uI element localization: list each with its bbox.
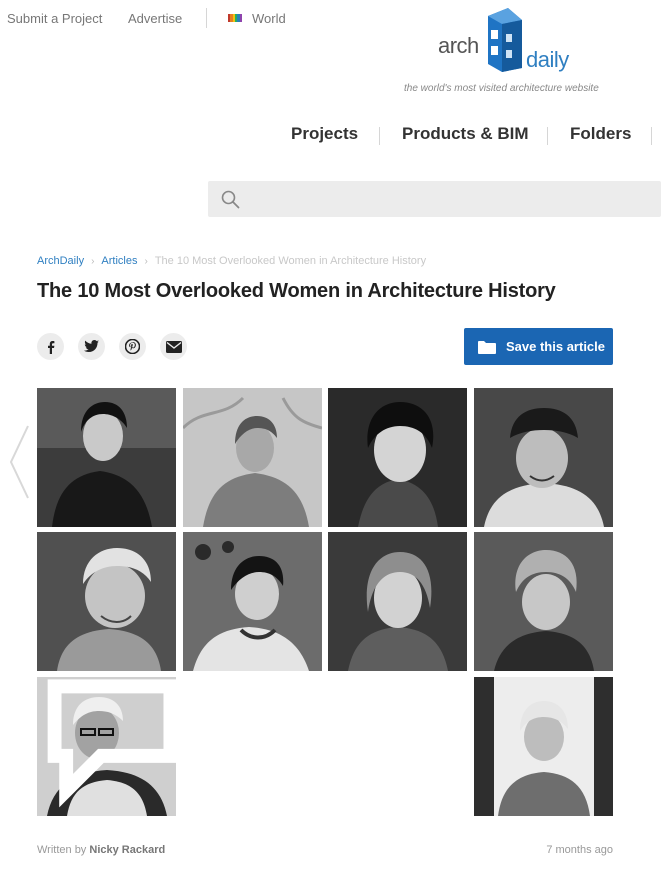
gallery-photo[interactable] [474,532,613,671]
written-by-label: Written by [37,844,87,856]
world-flag-icon[interactable] [228,14,242,22]
portrait-photo [183,532,322,671]
page-title: The 10 Most Overlooked Women in Architec… [37,280,556,302]
gallery-photo[interactable] [183,532,322,671]
nav-item-products-bim[interactable]: Products & BIM [402,124,529,144]
portrait-photo [37,532,176,671]
folder-icon [478,340,496,354]
portrait-photo [183,388,322,527]
gallery-photo[interactable] [37,532,176,671]
facebook-share-button[interactable] [37,333,64,360]
gallery-photo[interactable] [474,677,613,816]
breadcrumb-archdaily[interactable]: ArchDaily [37,255,84,267]
archdaily-logo[interactable]: arch daily [436,6,576,76]
gallery-photo[interactable] [183,388,322,527]
gallery-photo[interactable] [37,388,176,527]
gallery-photo[interactable] [328,532,467,671]
comment-icon[interactable] [43,677,176,808]
gallery-photo[interactable] [328,388,467,527]
email-icon [165,340,182,353]
publish-time: 7 months ago [546,844,613,856]
save-article-label: Save this article [506,339,605,354]
gallery-photo[interactable] [37,677,176,816]
nav-divider [547,127,548,145]
pinterest-share-button[interactable] [119,333,146,360]
email-share-button[interactable] [160,333,187,360]
breadcrumb-current: The 10 Most Overlooked Women in Architec… [154,255,427,267]
logo-word-arch: arch [438,33,479,58]
portrait-photo [474,532,613,671]
portrait-photo [474,388,613,527]
portrait-photo [474,677,613,816]
topbar-divider [206,8,207,28]
site-tagline: the world's most visited architecture we… [404,83,599,94]
nav-item-projects[interactable]: Projects [291,124,358,144]
submit-project-link[interactable]: Submit a Project [7,11,102,26]
pinterest-icon [125,339,140,354]
portrait-photo [328,388,467,527]
facebook-icon [47,340,54,354]
logo-word-daily: daily [526,47,569,72]
search-icon[interactable] [221,190,240,209]
byline: Written by Nicky Rackard [37,844,165,856]
breadcrumb: ArchDaily › Articles › The 10 Most Overl… [37,255,426,267]
chevron-left-icon[interactable] [8,424,30,500]
gallery-photo[interactable] [474,388,613,527]
logo-building-icon [488,8,522,72]
main-nav: Projects Products & BIM Folders [0,124,661,148]
save-article-button[interactable]: Save this article [464,328,613,365]
breadcrumb-articles[interactable]: Articles [101,255,137,267]
chevron-right-icon: › [144,255,148,267]
author-link[interactable]: Nicky Rackard [89,844,165,856]
world-edition-link[interactable]: World [252,11,286,26]
twitter-share-button[interactable] [78,333,105,360]
twitter-icon [84,340,99,352]
search-bar[interactable] [208,181,661,217]
nav-item-folders[interactable]: Folders [570,124,631,144]
portrait-photo [37,388,176,527]
chevron-right-icon: › [91,255,95,267]
search-input[interactable] [250,187,650,211]
nav-divider [651,127,652,145]
portrait-photo [328,532,467,671]
advertise-link[interactable]: Advertise [128,11,182,26]
nav-divider [379,127,380,145]
